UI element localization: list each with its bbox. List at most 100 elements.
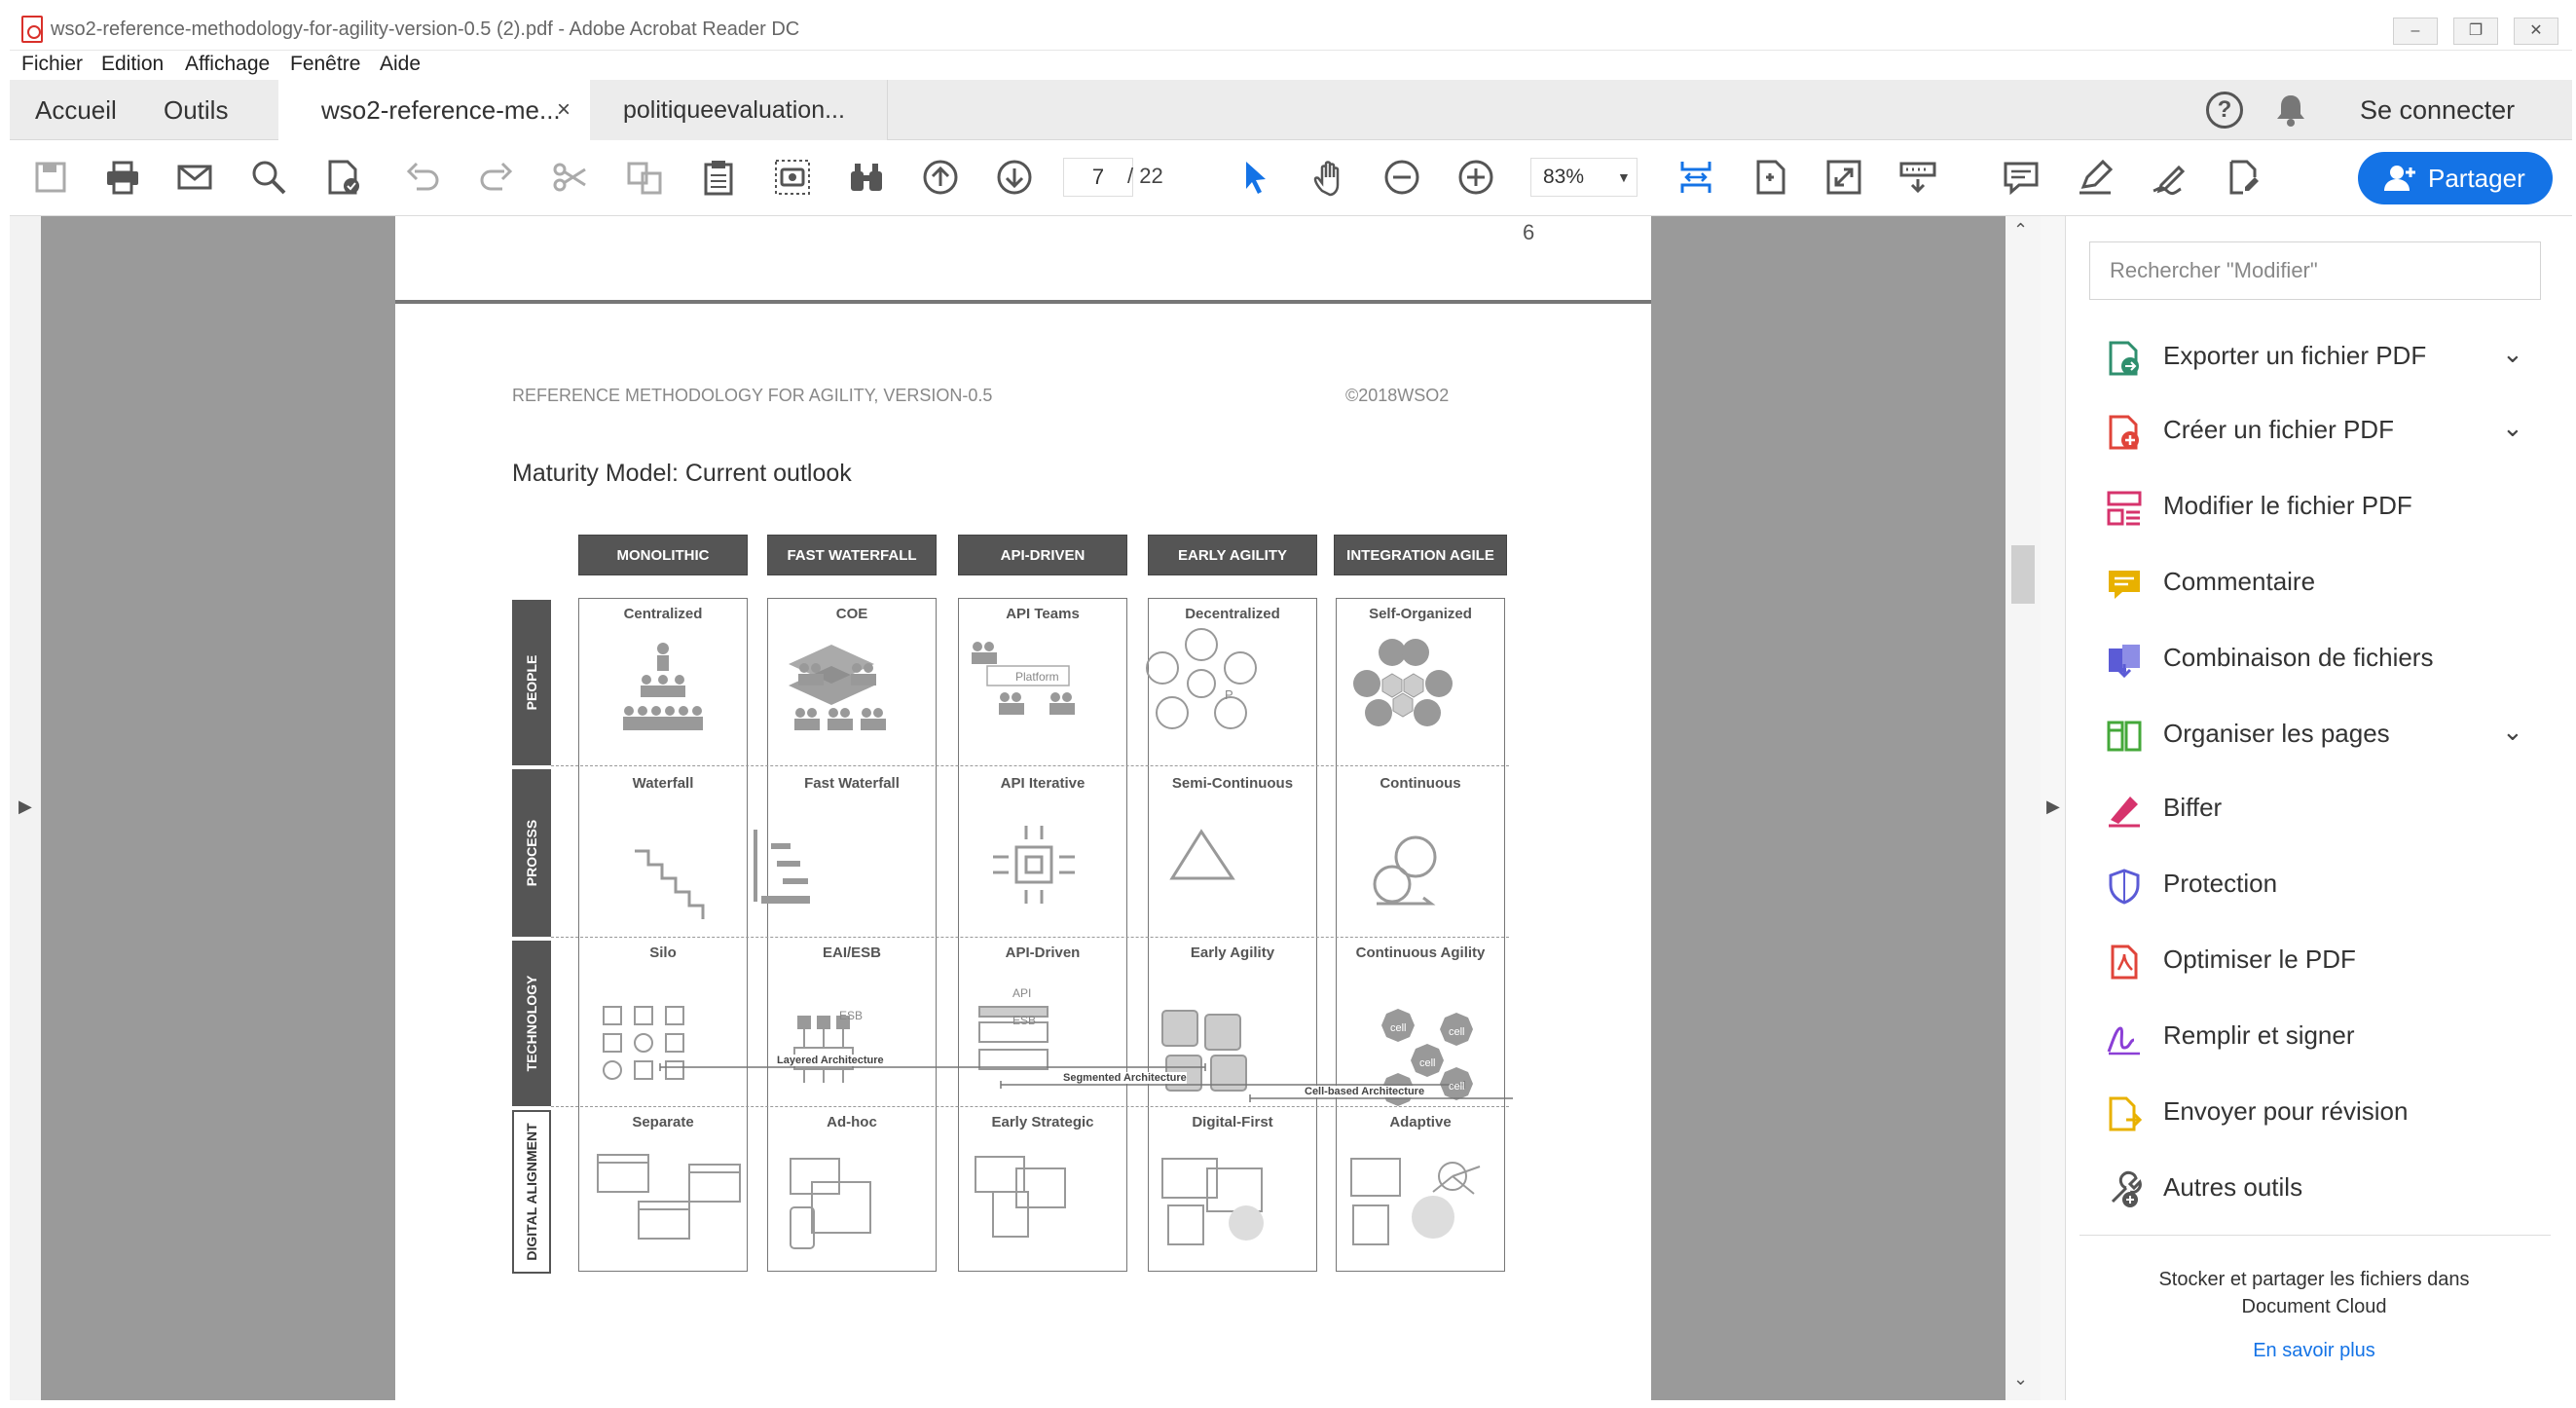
menu-edition[interactable]: Edition [101, 53, 164, 76]
create-pdf-icon [2109, 415, 2139, 450]
edit-pdf-icon [2107, 491, 2142, 526]
scrollbar-thumb[interactable] [2011, 545, 2035, 604]
minimize-button[interactable]: – [2393, 18, 2438, 45]
left-panel-toggle[interactable]: ▶ [10, 216, 41, 1400]
export-pdf-icon [2109, 341, 2139, 376]
undo-icon[interactable] [403, 158, 442, 197]
row-label: DIGITAL ALIGNMENT [512, 1110, 551, 1274]
tab-home[interactable]: Accueil [35, 80, 117, 140]
vertical-scrollbar[interactable]: ⌃ ⌄ [2006, 216, 2041, 1400]
fit-page-icon[interactable] [1750, 158, 1789, 197]
close-window-button[interactable]: ✕ [2514, 18, 2558, 45]
chevron-down-icon[interactable]: ⌄ [2502, 339, 2523, 369]
tool-redact[interactable]: Biffer [2066, 773, 2572, 847]
comment-icon[interactable] [2002, 158, 2041, 197]
tools-search-input[interactable]: Rechercher "Modifier" [2089, 241, 2541, 300]
email-icon[interactable] [175, 158, 214, 197]
menu-affichage[interactable]: Affichage [185, 53, 270, 76]
tools-panel: Rechercher "Modifier" Exporter un fichie… [2066, 216, 2572, 1400]
chevron-down-icon[interactable]: ⌄ [2502, 717, 2523, 747]
tool-export-pdf[interactable]: Exporter un fichier PDF ⌄ [2066, 321, 2572, 395]
tool-protection[interactable]: Protection [2066, 849, 2572, 923]
expand-left-icon: ▶ [18, 797, 32, 816]
page-down-icon[interactable] [995, 158, 1034, 197]
silo-tech-icon [603, 1006, 684, 1080]
certify-icon[interactable] [323, 158, 362, 197]
select-cursor-icon[interactable] [1236, 158, 1275, 197]
read-mode-icon[interactable] [1898, 158, 1937, 197]
share-button[interactable]: Partager [2358, 152, 2553, 204]
column-header: INTEGRATION AGILE [1334, 535, 1507, 575]
organize-pages-icon [2107, 721, 2142, 752]
zoom-in-icon[interactable] [1456, 158, 1495, 197]
signin-link[interactable]: Se connecter [2360, 80, 2515, 140]
tab-tools[interactable]: Outils [164, 80, 228, 140]
esb-label: ESB [1012, 1014, 1037, 1027]
tab-document-active[interactable]: wso2-reference-me... × [278, 80, 590, 141]
menu-fenetre[interactable]: Fenêtre [290, 53, 360, 76]
centralized-people-icon [623, 643, 703, 730]
save-icon[interactable] [31, 158, 70, 197]
cell-label: Decentralized [1185, 606, 1280, 622]
tool-combine-files[interactable]: Combinaison de fichiers [2066, 623, 2572, 697]
learn-more-link[interactable]: En savoir plus [2231, 1340, 2397, 1362]
page-number-input[interactable]: 7 [1063, 158, 1133, 197]
digital-first-icon [1161, 1158, 1264, 1245]
tab-document-2[interactable]: politiqueevaluation... [590, 80, 888, 140]
api-iterative-icon [993, 826, 1075, 904]
page-up-icon[interactable] [921, 158, 960, 197]
sign-pen-icon[interactable] [2150, 158, 2189, 197]
tool-fill-sign[interactable]: Remplir et signer [2066, 1001, 2572, 1075]
combine-files-icon [2109, 645, 2140, 679]
layered-architecture-label: Layered Architecture [777, 1055, 884, 1066]
add-user-icon [2384, 166, 2415, 191]
scroll-up-icon[interactable]: ⌃ [2013, 220, 2028, 241]
chevron-down-icon[interactable]: ⌄ [2502, 413, 2523, 443]
tool-edit-pdf[interactable]: Modifier le fichier PDF [2066, 471, 2572, 545]
running-header-left: REFERENCE METHODOLOGY FOR AGILITY, VERSI… [512, 386, 993, 405]
tab-bar: Accueil Outils wso2-reference-me... × po… [10, 80, 2572, 141]
cell-label: COE [835, 606, 868, 622]
binoculars-icon[interactable] [847, 158, 886, 197]
pdf-file-icon [21, 16, 43, 43]
redo-icon[interactable] [477, 158, 516, 197]
zoom-level-select[interactable]: 83% ▼ [1530, 158, 1638, 197]
row-label: PROCESS [512, 769, 551, 937]
send-signature-icon[interactable] [2224, 158, 2263, 197]
tool-organize-pages[interactable]: Organiser les pages ⌄ [2066, 699, 2572, 773]
search-icon[interactable] [249, 158, 288, 197]
tool-comment[interactable]: Commentaire [2066, 547, 2572, 621]
zoom-out-icon[interactable] [1382, 158, 1421, 197]
esb-tech-icon [793, 1016, 854, 1083]
waterfall-icon [635, 849, 705, 919]
cell-label: Self-Organized [1369, 606, 1472, 622]
column-header: EARLY AGILITY [1148, 535, 1317, 575]
fit-width-icon[interactable] [1676, 158, 1715, 197]
api-label: API [1012, 986, 1032, 1000]
chevron-down-icon: ▼ [1617, 169, 1631, 185]
tool-more-tools[interactable]: Autres outils [2066, 1153, 2572, 1227]
print-icon[interactable] [103, 158, 142, 197]
highlight-pen-icon[interactable] [2076, 158, 2115, 197]
right-panel-toggle[interactable]: ▶ [2041, 216, 2066, 1400]
scroll-down-icon[interactable]: ⌄ [2013, 1369, 2028, 1389]
menu-fichier[interactable]: Fichier [21, 53, 83, 76]
tool-optimize-pdf[interactable]: Optimiser le PDF [2066, 925, 2572, 999]
menu-aide[interactable]: Aide [380, 53, 421, 76]
copy-icon[interactable] [625, 158, 664, 197]
bell-icon[interactable] [2272, 92, 2309, 129]
clipboard-icon[interactable] [699, 158, 738, 197]
full-screen-icon[interactable] [1824, 158, 1863, 197]
snapshot-icon[interactable] [773, 158, 812, 197]
cell-based-architecture-label: Cell-based Architecture [1305, 1086, 1425, 1097]
scissors-icon[interactable] [551, 158, 590, 197]
more-tools-icon [2111, 1170, 2142, 1207]
hand-icon[interactable] [1310, 158, 1349, 197]
tab-close-icon[interactable]: × [557, 80, 570, 140]
optimize-pdf-icon [2111, 945, 2138, 980]
help-icon[interactable]: ? [2206, 92, 2243, 129]
send-review-icon [2109, 1096, 2143, 1131]
restore-button[interactable]: ❐ [2453, 18, 2498, 45]
tool-send-review[interactable]: Envoyer pour révision [2066, 1077, 2572, 1151]
tool-create-pdf[interactable]: Créer un fichier PDF ⌄ [2066, 395, 2572, 469]
